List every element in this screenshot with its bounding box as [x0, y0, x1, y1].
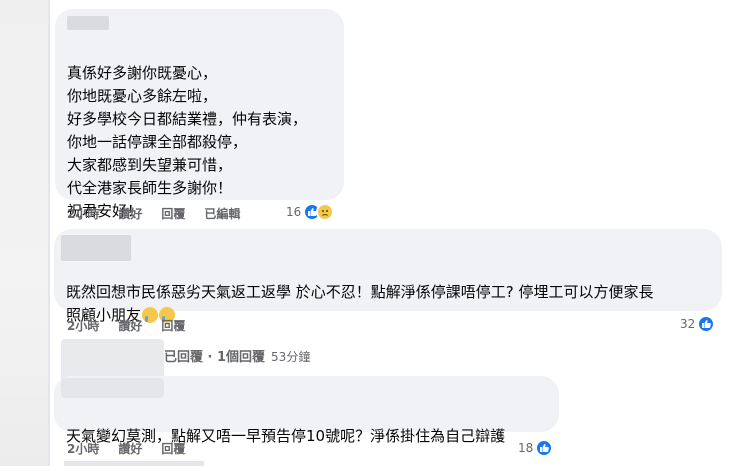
comment-actions-3: 2小時 讚好 回覆	[67, 440, 185, 457]
commenter-name-1[interactable]	[67, 16, 109, 30]
like-button[interactable]: 讚好	[118, 205, 142, 222]
comment-time[interactable]: 2小時	[67, 317, 99, 334]
thumbs-up-icon	[697, 315, 716, 333]
sad-face-icon	[316, 203, 335, 221]
commenter-name-3[interactable]	[61, 378, 164, 398]
reaction-count: 18	[518, 441, 534, 455]
next-comment-blurred	[64, 461, 204, 466]
reply-thread-header[interactable]: 已回覆 · 1個回覆 53分鐘	[164, 346, 310, 365]
edited-label[interactable]: 已編輯	[204, 205, 240, 222]
reaction-summary-2[interactable]: 32	[680, 315, 716, 333]
reply-button[interactable]: 回覆	[161, 317, 185, 334]
reaction-count: 16	[286, 205, 302, 219]
left-blurred-strip	[0, 0, 48, 466]
reaction-summary-3[interactable]: 18	[518, 439, 554, 457]
reply-button[interactable]: 回覆	[161, 440, 185, 457]
comment-time[interactable]: 2小時	[67, 440, 99, 457]
comment-time[interactable]: 2小時	[67, 205, 99, 222]
thread-line	[48, 0, 50, 466]
reply-button[interactable]: 回覆	[161, 205, 185, 222]
comment-actions-2: 2小時 讚好 回覆	[67, 317, 185, 334]
like-button[interactable]: 讚好	[118, 317, 142, 334]
thumbs-up-icon	[535, 439, 554, 457]
reaction-summary-1[interactable]: 16	[286, 203, 335, 221]
comment-text-2: 既然回想市民係惡劣天氣返工返學 於心不忍！點解淨係停課唔停工? 停埋工可以方便家…	[66, 283, 654, 324]
comment-actions-1: 2小時 讚好 回覆 已編輯	[67, 205, 240, 222]
reaction-count: 32	[680, 317, 696, 331]
like-button[interactable]: 讚好	[118, 440, 142, 457]
